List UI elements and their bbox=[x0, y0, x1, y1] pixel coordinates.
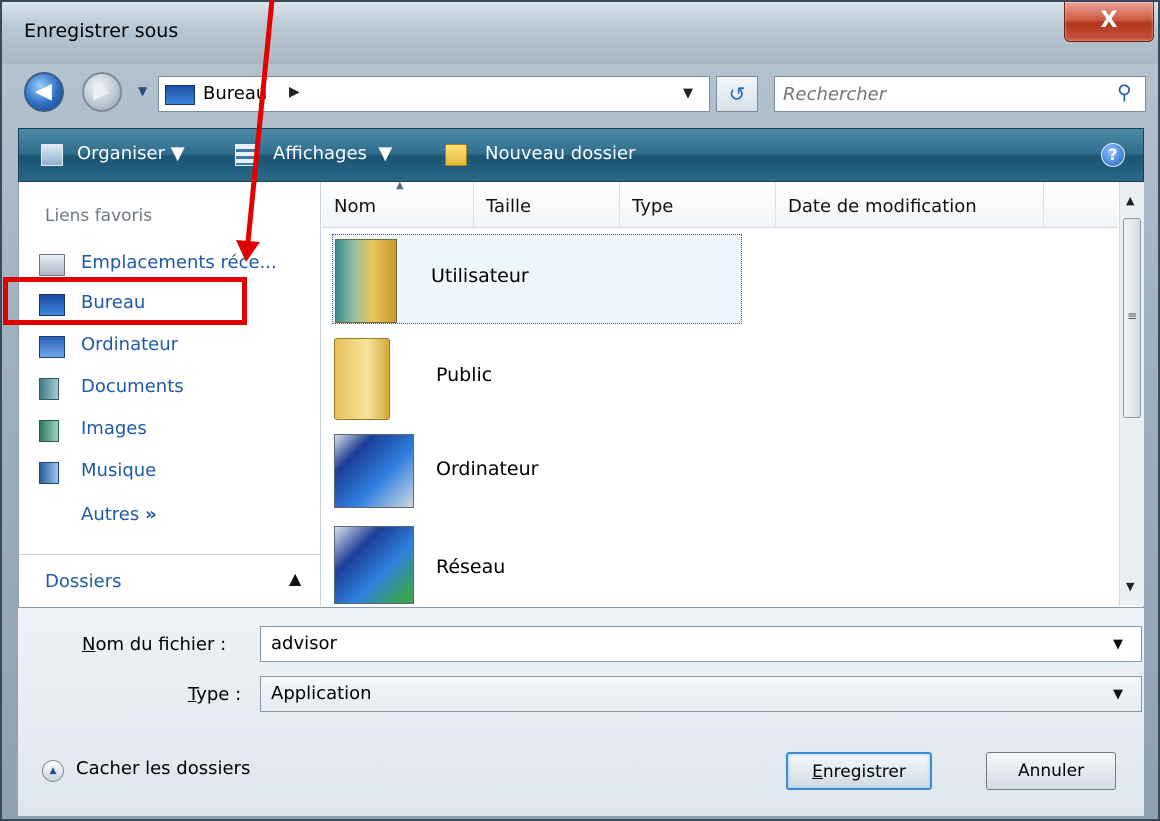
list-item-public[interactable]: Public bbox=[332, 334, 742, 430]
sort-ascending-icon: ▲ bbox=[396, 180, 404, 191]
save-as-dialog: Enregistrer sous X ◀ ▶ ▼ Bureau ▶ ▼ ↺ ⚲ … bbox=[0, 0, 1160, 821]
breadcrumb-chevron-icon[interactable]: ▶ bbox=[289, 84, 300, 100]
column-header-size[interactable]: Taille bbox=[474, 182, 620, 228]
organize-button[interactable]: Organiser ▼ bbox=[77, 143, 185, 164]
fav-item-pictures[interactable]: Images bbox=[39, 414, 309, 448]
content-area: Liens favoris Emplacements réce... Burea… bbox=[18, 180, 1144, 608]
list-item-ordinateur[interactable]: Ordinateur bbox=[332, 428, 742, 524]
chevron-down-icon[interactable]: ▼ bbox=[1113, 637, 1123, 652]
filename-field[interactable]: advisor ▼ bbox=[260, 626, 1142, 662]
refresh-button[interactable]: ↺ bbox=[716, 76, 758, 112]
bottom-panel: Nom du fichier : advisor ▼ Type : Applic… bbox=[18, 608, 1144, 816]
item-label: Réseau bbox=[436, 556, 506, 578]
vertical-scrollbar[interactable]: ▲ ≡ ▼ bbox=[1119, 182, 1144, 606]
filename-label: Nom du fichier : bbox=[82, 634, 227, 655]
fav-label: Images bbox=[81, 418, 147, 439]
history-dropdown-icon[interactable]: ▼ bbox=[138, 84, 152, 98]
favorites-title: Liens favoris bbox=[45, 206, 153, 226]
address-dropdown-icon[interactable]: ▼ bbox=[683, 86, 693, 101]
desktop-icon bbox=[165, 85, 195, 105]
chevron-up-icon: ▲ bbox=[42, 760, 64, 782]
item-label: Ordinateur bbox=[436, 458, 539, 480]
column-header-type[interactable]: Type bbox=[620, 182, 776, 228]
column-headers: Nom ▲ Taille Type Date de modification bbox=[322, 180, 1118, 228]
breadcrumb-bureau[interactable]: Bureau bbox=[203, 83, 267, 104]
folder-icon bbox=[334, 338, 390, 420]
scroll-thumb[interactable]: ≡ bbox=[1123, 218, 1141, 418]
computer-icon bbox=[334, 434, 414, 508]
fav-label: Musique bbox=[81, 460, 157, 481]
music-icon bbox=[39, 462, 59, 484]
user-folder-icon bbox=[335, 239, 397, 323]
list-item-utilisateur[interactable]: Utilisateur bbox=[332, 234, 742, 324]
fav-item-computer[interactable]: Ordinateur bbox=[39, 330, 309, 364]
item-label: Public bbox=[436, 364, 493, 386]
help-button[interactable]: ? bbox=[1101, 143, 1125, 167]
filename-value[interactable]: advisor bbox=[271, 633, 337, 654]
refresh-icon: ↺ bbox=[728, 82, 746, 106]
annotation-highlight-box bbox=[3, 277, 247, 325]
type-label: Type : bbox=[188, 684, 242, 705]
fav-label: Emplacements réce... bbox=[81, 252, 277, 273]
address-row: ◀ ▶ ▼ Bureau ▶ ▼ ↺ ⚲ bbox=[2, 64, 1158, 120]
search-box[interactable]: ⚲ bbox=[774, 76, 1146, 112]
back-button[interactable]: ◀ bbox=[24, 72, 64, 112]
new-folder-button[interactable]: Nouveau dossier bbox=[485, 143, 635, 164]
documents-icon bbox=[39, 378, 59, 400]
cancel-button[interactable]: Annuler bbox=[986, 752, 1116, 790]
search-input[interactable] bbox=[783, 81, 1103, 107]
folders-label: Dossiers bbox=[45, 571, 122, 592]
item-label: Utilisateur bbox=[431, 265, 529, 287]
recent-places-icon bbox=[39, 254, 65, 276]
forward-button[interactable]: ▶ bbox=[82, 72, 122, 112]
others-link[interactable]: Autres » bbox=[81, 504, 157, 525]
chevron-down-icon[interactable]: ▼ bbox=[1113, 687, 1123, 702]
views-icon bbox=[235, 144, 257, 166]
column-header-name[interactable]: Nom ▲ bbox=[322, 180, 474, 228]
arrow-left-icon: ◀ bbox=[35, 79, 52, 104]
type-value: Application bbox=[271, 683, 372, 704]
views-button[interactable]: Affichages ▼ bbox=[273, 143, 392, 164]
scroll-up-icon[interactable]: ▲ bbox=[1126, 194, 1134, 207]
title-bar: Enregistrer sous X bbox=[2, 2, 1158, 64]
type-select[interactable]: Application ▼ bbox=[260, 676, 1142, 712]
close-button[interactable]: X bbox=[1064, 2, 1154, 42]
fav-item-documents[interactable]: Documents bbox=[39, 372, 309, 406]
window-title: Enregistrer sous bbox=[24, 20, 179, 42]
address-bar[interactable]: Bureau ▶ ▼ bbox=[158, 76, 710, 112]
list-item-reseau[interactable]: Réseau bbox=[332, 520, 742, 606]
fav-label: Ordinateur bbox=[81, 334, 179, 355]
save-button[interactable]: Enregistrer bbox=[786, 752, 932, 790]
organize-icon bbox=[41, 144, 63, 166]
network-icon bbox=[334, 526, 414, 604]
column-header-date[interactable]: Date de modification bbox=[776, 182, 1044, 228]
scroll-down-icon[interactable]: ▼ bbox=[1126, 580, 1134, 593]
computer-icon bbox=[39, 336, 65, 358]
command-bar: Organiser ▼ Affichages ▼ Nouveau dossier… bbox=[18, 128, 1144, 182]
chevron-up-icon[interactable]: ▲ bbox=[289, 569, 301, 588]
fav-label: Documents bbox=[81, 376, 184, 397]
new-folder-icon bbox=[445, 144, 467, 166]
folders-bar[interactable]: Dossiers ▲ bbox=[19, 554, 320, 606]
arrow-right-icon: ▶ bbox=[93, 79, 110, 104]
pictures-icon bbox=[39, 420, 59, 442]
search-icon[interactable]: ⚲ bbox=[1117, 80, 1132, 104]
double-chevron-icon: » bbox=[144, 504, 157, 525]
file-list: Nom ▲ Taille Type Date de modification U… bbox=[322, 180, 1118, 606]
navigation-pane: Liens favoris Emplacements réce... Burea… bbox=[19, 182, 321, 606]
grip-icon: ≡ bbox=[1127, 309, 1138, 323]
fav-item-music[interactable]: Musique bbox=[39, 456, 309, 490]
hide-folders-label: Cacher les dossiers bbox=[76, 758, 251, 779]
